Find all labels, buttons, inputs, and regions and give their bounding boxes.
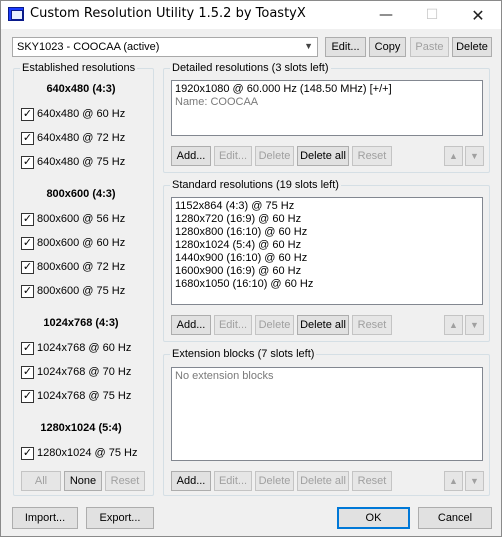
list-item[interactable]: 1920x1080 @ 60.000 Hz (148.50 MHz) [+/+] (175, 83, 479, 96)
move-down-icon: ▼ (465, 315, 484, 335)
checkbox-label: 800x600 @ 72 Hz (37, 261, 126, 273)
checkbox-label: 800x600 @ 56 Hz (37, 213, 126, 225)
move-down-icon: ▼ (465, 146, 484, 166)
checkbox-800x600-72[interactable]: ✓ 800x600 @ 72 Hz (21, 259, 125, 275)
monitor-select-value: SKY1023 - COOCAA (active) (17, 41, 160, 53)
edit-detailed-button: Edit... (214, 146, 252, 166)
delete-monitor-button[interactable]: Delete (452, 37, 492, 57)
section-header-800x600: 800x600 (4:3) (46, 188, 116, 200)
checkbox-800x600-56[interactable]: ✓ 800x600 @ 56 Hz (21, 211, 125, 227)
checkbox-label: 800x600 @ 60 Hz (37, 237, 126, 249)
check-icon: ✓ (21, 260, 34, 274)
checkbox-label: 640x480 @ 75 Hz (37, 156, 126, 168)
monitor-app-icon (8, 7, 24, 21)
minimize-button[interactable]: — (363, 1, 409, 29)
chevron-down-icon: ▼ (304, 41, 313, 51)
check-icon: ✓ (21, 446, 34, 460)
list-item[interactable]: 1152x864 (4:3) @ 75 Hz (175, 200, 479, 213)
section-header-1024x768: 1024x768 (4:3) (43, 317, 119, 329)
check-icon: ✓ (21, 284, 34, 298)
all-button: All (21, 471, 61, 491)
check-icon: ✓ (21, 365, 34, 379)
check-icon: ✓ (21, 155, 34, 169)
delete-detailed-button: Delete (255, 146, 294, 166)
checkbox-label: 1280x1024 @ 75 Hz (37, 447, 138, 459)
add-standard-button[interactable]: Add... (171, 315, 211, 335)
check-icon: ✓ (21, 341, 34, 355)
list-item[interactable]: 1600x900 (16:9) @ 60 Hz (175, 265, 479, 278)
move-up-icon: ▲ (444, 471, 463, 491)
delete-all-extension-button: Delete all (297, 471, 349, 491)
paste-button: Paste (410, 37, 449, 57)
window-title: Custom Resolution Utility 1.5.2 by Toast… (30, 6, 306, 21)
close-button[interactable]: ✕ (455, 1, 501, 29)
move-up-icon: ▲ (444, 146, 463, 166)
checkbox-640x480-60[interactable]: ✓ 640x480 @ 60 Hz (21, 106, 125, 122)
checkbox-label: 1024x768 @ 75 Hz (37, 390, 132, 402)
title-bar[interactable]: Custom Resolution Utility 1.5.2 by Toast… (1, 1, 501, 29)
checkbox-label: 1024x768 @ 70 Hz (37, 366, 132, 378)
check-icon: ✓ (21, 131, 34, 145)
edit-monitor-button[interactable]: Edit... (325, 37, 366, 57)
cancel-button[interactable]: Cancel (418, 507, 492, 529)
checkbox-1024x768-75[interactable]: ✓ 1024x768 @ 75 Hz (21, 388, 131, 404)
list-item[interactable]: 1280x800 (16:10) @ 60 Hz (175, 226, 479, 239)
checkbox-label: 800x600 @ 75 Hz (37, 285, 126, 297)
list-item[interactable]: 1440x900 (16:10) @ 60 Hz (175, 252, 479, 265)
edit-standard-button: Edit... (214, 315, 252, 335)
extension-blocks-list[interactable]: No extension blocks (171, 367, 483, 461)
none-button[interactable]: None (64, 471, 102, 491)
list-item[interactable]: 1280x1024 (5:4) @ 60 Hz (175, 239, 479, 252)
check-icon: ✓ (21, 236, 34, 250)
reset-extension-button: Reset (352, 471, 392, 491)
main-window: Custom Resolution Utility 1.5.2 by Toast… (0, 0, 502, 537)
standard-resolutions-list[interactable]: 1152x864 (4:3) @ 75 Hz 1280x720 (16:9) @… (171, 197, 483, 305)
checkbox-1024x768-70[interactable]: ✓ 1024x768 @ 70 Hz (21, 364, 131, 380)
checkbox-label: 640x480 @ 72 Hz (37, 132, 126, 144)
check-icon: ✓ (21, 212, 34, 226)
checkbox-640x480-72[interactable]: ✓ 640x480 @ 72 Hz (21, 130, 125, 146)
checkbox-800x600-60[interactable]: ✓ 800x600 @ 60 Hz (21, 235, 125, 251)
list-item[interactable]: 1280x720 (16:9) @ 60 Hz (175, 213, 479, 226)
copy-button[interactable]: Copy (369, 37, 406, 57)
delete-all-detailed-button[interactable]: Delete all (297, 146, 349, 166)
edit-extension-button: Edit... (214, 471, 252, 491)
checkbox-label: 640x480 @ 60 Hz (37, 108, 126, 120)
import-button[interactable]: Import... (12, 507, 78, 529)
section-header-640x480: 640x480 (4:3) (46, 83, 116, 95)
established-resolutions-title: Established resolutions (20, 62, 138, 74)
list-item-name: Name: COOCAA (175, 96, 259, 108)
reset-detailed-button: Reset (352, 146, 392, 166)
add-extension-button[interactable]: Add... (171, 471, 211, 491)
add-detailed-button[interactable]: Add... (171, 146, 211, 166)
delete-extension-button: Delete (255, 471, 294, 491)
move-down-icon: ▼ (465, 471, 484, 491)
move-up-icon: ▲ (444, 315, 463, 335)
delete-all-standard-button[interactable]: Delete all (297, 315, 349, 335)
extension-blocks-title: Extension blocks (7 slots left) (170, 348, 317, 360)
reset-standard-button: Reset (352, 315, 392, 335)
monitor-select[interactable]: SKY1023 - COOCAA (active) ▼ (12, 37, 318, 57)
detailed-resolutions-list[interactable]: 1920x1080 @ 60.000 Hz (148.50 MHz) [+/+]… (171, 80, 483, 136)
list-item[interactable]: 1680x1050 (16:10) @ 60 Hz (175, 278, 479, 291)
checkbox-1024x768-60[interactable]: ✓ 1024x768 @ 60 Hz (21, 340, 131, 356)
standard-resolutions-title: Standard resolutions (19 slots left) (170, 179, 341, 191)
checkbox-1280x1024-75[interactable]: ✓ 1280x1024 @ 75 Hz (21, 445, 137, 461)
check-icon: ✓ (21, 389, 34, 403)
checkbox-800x600-75[interactable]: ✓ 800x600 @ 75 Hz (21, 283, 125, 299)
ok-button[interactable]: OK (337, 507, 410, 529)
export-button[interactable]: Export... (86, 507, 154, 529)
reset-established-button: Reset (105, 471, 145, 491)
empty-list-text: No extension blocks (175, 370, 274, 382)
maximize-button: ☐ (425, 7, 439, 23)
checkbox-640x480-75[interactable]: ✓ 640x480 @ 75 Hz (21, 154, 125, 170)
delete-standard-button: Delete (255, 315, 294, 335)
section-header-1280x1024: 1280x1024 (5:4) (40, 422, 122, 434)
detailed-resolutions-title: Detailed resolutions (3 slots left) (170, 62, 331, 74)
checkbox-label: 1024x768 @ 60 Hz (37, 342, 132, 354)
check-icon: ✓ (21, 107, 34, 121)
